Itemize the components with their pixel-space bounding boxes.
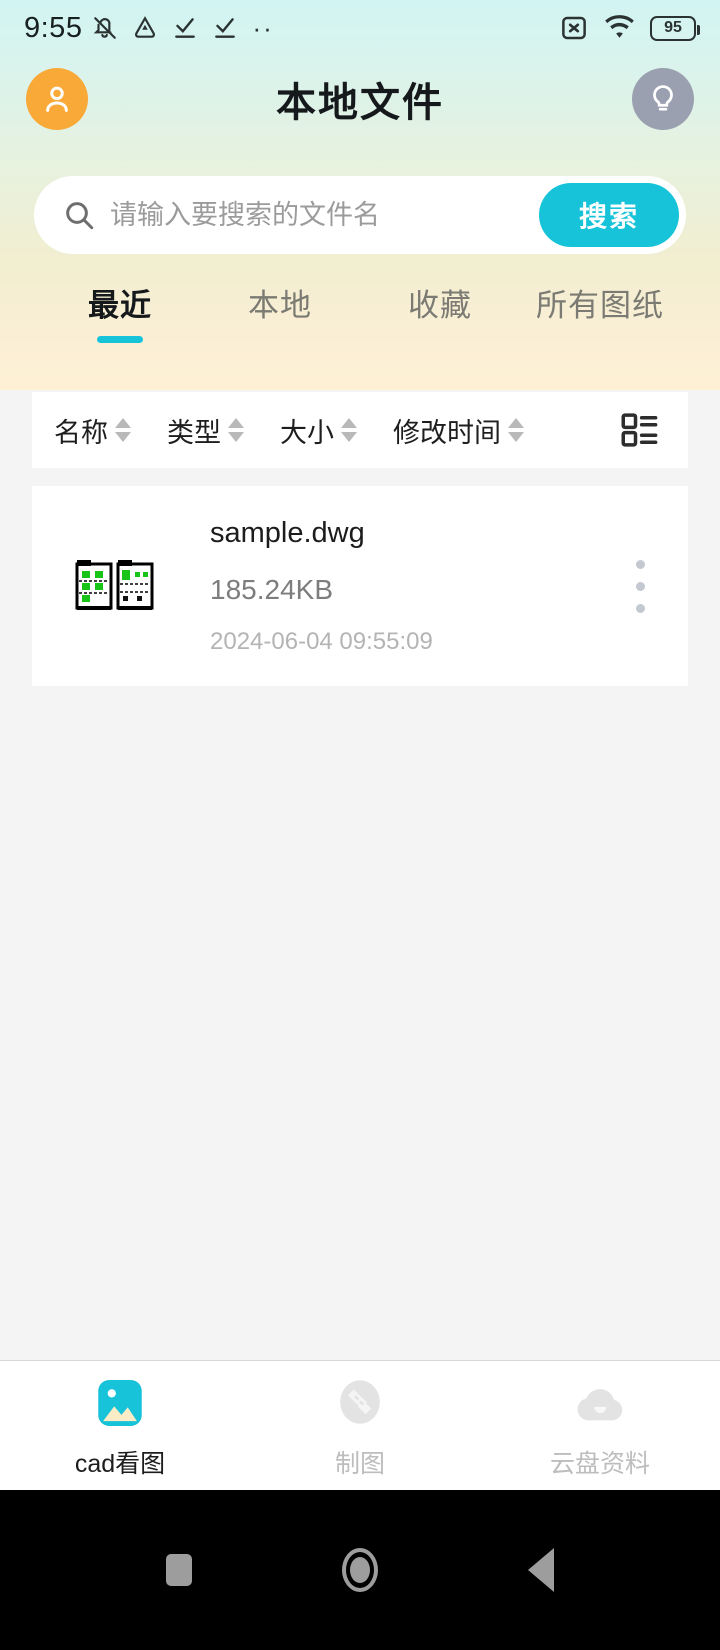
tab-local[interactable]: 本地	[200, 272, 360, 325]
more-vertical-icon	[635, 581, 645, 591]
search-button[interactable]: 搜索	[539, 183, 679, 247]
status-bar: 9:55 ·· 95	[0, 0, 720, 56]
sort-label: 大小	[280, 417, 334, 448]
nav-item-cad-viewer[interactable]: cad看图	[0, 1372, 240, 1480]
content-area: 名称 类型 大小 修改时间 sample.dwg 185.24KB 2024-0…	[0, 390, 720, 1390]
tab-label: 收藏	[408, 288, 472, 323]
drive-triangle-icon	[135, 16, 156, 38]
recents-square-icon[interactable]	[166, 1554, 192, 1586]
battery-icon: 95	[650, 15, 700, 41]
sort-by-name[interactable]: 名称	[54, 411, 131, 450]
file-name: sample.dwg	[210, 516, 365, 549]
search-bar[interactable]: 搜索	[34, 176, 686, 254]
search-input[interactable]	[110, 199, 539, 231]
app-screen: 9:55 ·· 95 本地文件 请输入要搜索的文件名 搜索 最近 本地 收藏 所…	[0, 0, 720, 1650]
file-size: 185.24KB	[210, 573, 333, 605]
sort-label: 类型	[167, 417, 221, 448]
sort-label: 修改时间	[393, 417, 501, 448]
download-check-icon	[215, 18, 236, 38]
list-view-icon	[621, 413, 658, 447]
sort-arrows-icon	[341, 418, 357, 442]
tab-label: 本地	[248, 288, 312, 323]
tab-active-underline	[97, 336, 143, 343]
file-modified-date: 2024-06-04 09:55:09	[210, 627, 433, 655]
system-navigation-bar	[0, 1490, 720, 1650]
sort-arrows-icon	[115, 418, 131, 442]
home-circle-icon[interactable]	[342, 1548, 378, 1592]
file-info: sample.dwg 185.24KB 2024-06-04 09:55:09	[210, 517, 620, 656]
lightbulb-icon	[653, 85, 673, 111]
drafting-icon	[329, 1372, 391, 1434]
page-title: 本地文件	[276, 81, 444, 125]
search-icon	[66, 202, 94, 230]
tab-bar: 最近 本地 收藏 所有图纸	[0, 272, 720, 362]
nav-label: 制图	[334, 1449, 385, 1478]
tab-label: 所有图纸	[536, 288, 664, 323]
view-toggle-button[interactable]	[618, 409, 660, 451]
status-time: 9:55	[24, 11, 83, 44]
cad-thumbnail-graphic	[75, 560, 154, 610]
sort-by-modified[interactable]: 修改时间	[393, 411, 524, 450]
mute-icon	[94, 17, 117, 39]
sort-by-type[interactable]: 类型	[167, 411, 244, 450]
more-vertical-icon	[635, 559, 645, 569]
sort-bar: 名称 类型 大小 修改时间	[32, 392, 688, 468]
download-check-icon	[175, 18, 196, 38]
tab-all-drawings[interactable]: 所有图纸	[520, 272, 680, 325]
nav-label: cad看图	[74, 1449, 166, 1478]
battery-level: 95	[664, 19, 682, 36]
tips-button[interactable]	[632, 68, 694, 130]
avatar[interactable]	[26, 68, 88, 130]
nav-item-cloud-data[interactable]: 云盘资料	[480, 1372, 720, 1480]
image-viewer-icon	[89, 1372, 151, 1434]
status-right-icons: 95	[559, 13, 700, 44]
back-triangle-icon[interactable]	[528, 1548, 554, 1592]
status-left-icons: ··	[92, 15, 273, 41]
more-vertical-icon	[635, 603, 645, 613]
tab-recent[interactable]: 最近	[40, 272, 200, 343]
file-more-menu-button[interactable]	[620, 559, 660, 613]
cloud-icon	[569, 1372, 631, 1434]
nav-item-drafting[interactable]: 制图	[240, 1372, 480, 1480]
cad-drawing-thumbnail	[72, 543, 158, 629]
wifi-icon	[605, 14, 634, 38]
sim-disabled-icon	[562, 16, 586, 40]
more-dots-icon: ··	[252, 13, 274, 43]
sort-arrows-icon	[228, 418, 244, 442]
tab-favorites[interactable]: 收藏	[360, 272, 520, 325]
title-bar: 本地文件	[0, 60, 720, 138]
tab-label: 最近	[88, 288, 152, 323]
file-list-item[interactable]: sample.dwg 185.24KB 2024-06-04 09:55:09	[32, 486, 688, 686]
sort-arrows-icon	[508, 418, 524, 442]
sort-label: 名称	[54, 417, 108, 448]
nav-label: 云盘资料	[549, 1449, 650, 1478]
bottom-navigation: cad看图 制图 云盘资料	[0, 1360, 720, 1490]
user-avatar-icon	[46, 86, 68, 112]
sort-by-size[interactable]: 大小	[280, 411, 357, 450]
